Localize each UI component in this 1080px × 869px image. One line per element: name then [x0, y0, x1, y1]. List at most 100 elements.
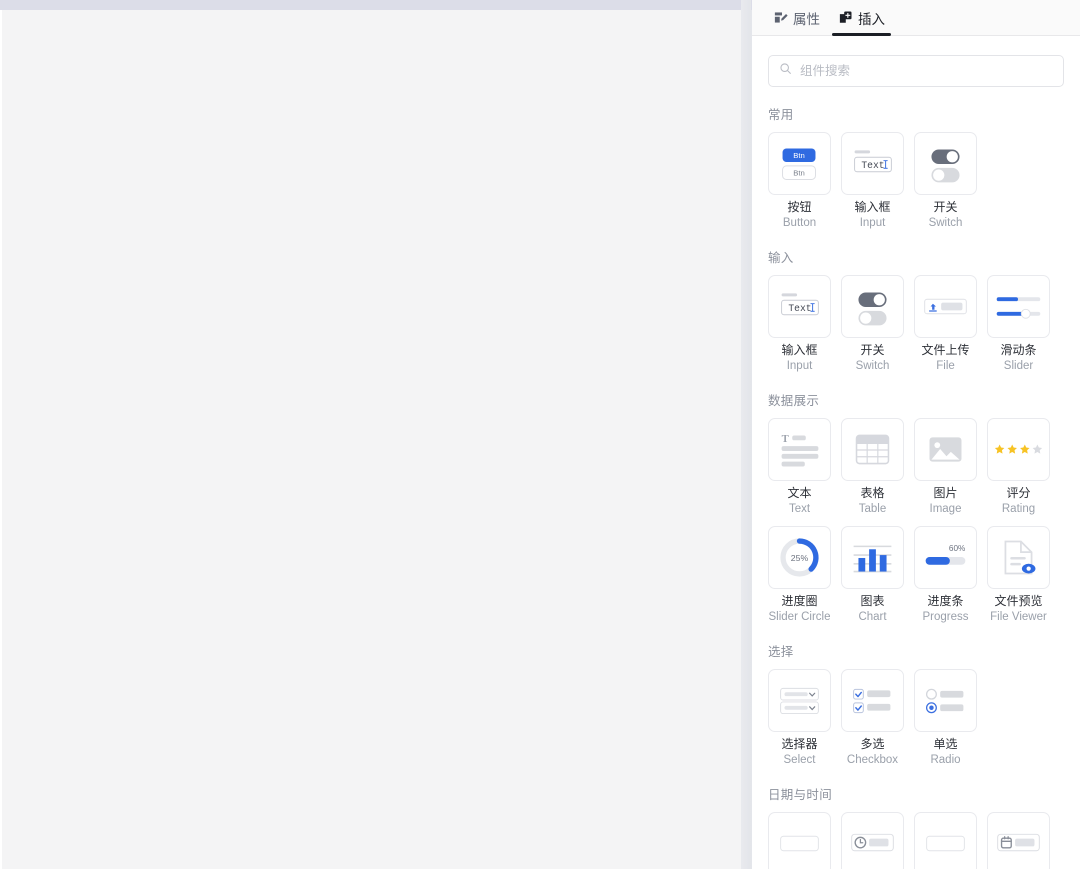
time-thumb[interactable]: [841, 812, 904, 869]
component-time[interactable]: [841, 812, 904, 869]
section-title-selection: 选择: [768, 645, 794, 659]
component-label-cn: 单选: [933, 737, 958, 751]
component-slider[interactable]: 滑动条 Slider: [987, 275, 1050, 373]
component-file-viewer[interactable]: 文件预览 File Viewer: [987, 526, 1050, 624]
component-image[interactable]: 图片 Image: [914, 418, 977, 516]
component-label-cn: 按钮: [787, 200, 812, 214]
component-calendar[interactable]: [987, 812, 1050, 869]
component-label-cn: 滑动条: [1000, 343, 1037, 357]
component-chart[interactable]: 图表 Chart: [841, 526, 904, 624]
component-label-en: Input: [859, 217, 886, 229]
section-title-input: 输入: [768, 251, 794, 265]
component-label-cn: 进度圈: [781, 594, 818, 608]
component-switch[interactable]: 开关 Switch: [914, 132, 977, 230]
component-label-en: Table: [858, 503, 887, 515]
component-label-en: Text: [788, 503, 811, 515]
tab-properties[interactable]: 属性: [767, 0, 826, 36]
component-label-en: File: [936, 360, 955, 372]
svg-text:Btn: Btn: [793, 169, 805, 178]
switch-thumb[interactable]: [914, 132, 977, 195]
chart-thumb[interactable]: [841, 526, 904, 589]
progress-bar-thumb[interactable]: 60%: [914, 526, 977, 589]
component-label-cn: 评分: [1006, 486, 1031, 500]
component-checkbox[interactable]: 多选 Checkbox: [841, 669, 904, 767]
component-button[interactable]: Btn Btn 按钮 Button: [768, 132, 831, 230]
date-thumb[interactable]: [768, 812, 831, 869]
canvas-page[interactable]: [1, 10, 750, 869]
section-grid-selection: 选择器 Select 多选 Checkbox 单选 Radio: [768, 669, 1064, 767]
tab-properties-label: 属性: [793, 11, 820, 27]
component-label-en: Checkbox: [846, 754, 899, 766]
component-rating[interactable]: 评分 Rating: [987, 418, 1050, 516]
component-label-en: Button: [782, 217, 817, 229]
component-input-2[interactable]: Text 输入框 Input: [768, 275, 831, 373]
canvas-right-rail: [741, 0, 751, 869]
component-label-en: Slider Circle: [768, 611, 831, 623]
panel-tabbar: 属性 插入: [752, 0, 1080, 36]
component-label-en: Image: [929, 503, 962, 515]
component-label-en: Slider: [1003, 360, 1034, 372]
component-label-cn: 图表: [860, 594, 885, 608]
canvas-top-strip: [0, 0, 752, 10]
component-label-cn: 多选: [860, 737, 885, 751]
section-title-common: 常用: [768, 108, 794, 122]
component-label-cn: 文件预览: [994, 594, 1043, 608]
progress-bar-value: 60%: [949, 544, 966, 553]
calendar-thumb[interactable]: [987, 812, 1050, 869]
component-file-upload[interactable]: 文件上传 File: [914, 275, 977, 373]
input-thumb[interactable]: Text: [768, 275, 831, 338]
section-data-display: 数据展示 T 文本 Text 表格 Table 图片 Image 评分 Rati…: [768, 390, 1064, 624]
rating-thumb[interactable]: [987, 418, 1050, 481]
component-label-en: Switch: [928, 217, 963, 229]
table-thumb[interactable]: [841, 418, 904, 481]
section-grid-common: Btn Btn 按钮 Button Text 输入框 Input 开关 Swit…: [768, 132, 1064, 230]
panel-body: 常用 Btn Btn 按钮 Button: [752, 36, 1080, 869]
text-thumb[interactable]: T: [768, 418, 831, 481]
component-label-en: Input: [786, 360, 813, 372]
component-label-cn: 表格: [860, 486, 885, 500]
component-daterange[interactable]: [914, 812, 977, 869]
canvas-area[interactable]: [0, 0, 752, 869]
component-text[interactable]: T 文本 Text: [768, 418, 831, 516]
search-input[interactable]: [800, 64, 1053, 78]
component-table[interactable]: 表格 Table: [841, 418, 904, 516]
component-date[interactable]: [768, 812, 831, 869]
file-viewer-thumb[interactable]: [987, 526, 1050, 589]
tab-insert-label: 插入: [858, 11, 885, 27]
component-label-cn: 文件上传: [921, 343, 970, 357]
component-input[interactable]: Text 输入框 Input: [841, 132, 904, 230]
button-thumb[interactable]: Btn Btn: [768, 132, 831, 195]
daterange-thumb[interactable]: [914, 812, 977, 869]
image-thumb[interactable]: [914, 418, 977, 481]
component-progress-bar[interactable]: 60% 进度条 Progress: [914, 526, 977, 624]
component-search-box[interactable]: [768, 55, 1064, 87]
progress-circle-thumb[interactable]: 25%: [768, 526, 831, 589]
component-progress-circle[interactable]: 25% 进度圈 Slider Circle: [768, 526, 831, 624]
component-radio[interactable]: 单选 Radio: [914, 669, 977, 767]
section-selection: 选择 选择器 Select 多选 Checkbox 单选 Radio: [768, 641, 1064, 767]
section-title-data-display: 数据展示: [768, 394, 820, 408]
component-label-cn: 开关: [933, 200, 958, 214]
svg-text:Text: Text: [861, 160, 884, 171]
search-icon: [779, 62, 792, 80]
component-select[interactable]: 选择器 Select: [768, 669, 831, 767]
svg-text:Btn: Btn: [793, 151, 805, 160]
input-thumb[interactable]: Text: [841, 132, 904, 195]
radio-thumb[interactable]: [914, 669, 977, 732]
tab-insert[interactable]: 插入: [832, 0, 891, 36]
component-label-en: Switch: [855, 360, 890, 372]
select-thumb[interactable]: [768, 669, 831, 732]
component-label-en: Chart: [858, 611, 887, 623]
checkbox-thumb[interactable]: [841, 669, 904, 732]
section-grid-input: Text 输入框 Input 开关 Switch 文件上传 File 滑动条 S…: [768, 275, 1064, 373]
component-switch-2[interactable]: 开关 Switch: [841, 275, 904, 373]
switch-thumb[interactable]: [841, 275, 904, 338]
component-label-cn: 输入框: [854, 200, 891, 214]
svg-text:T: T: [782, 434, 789, 445]
file-upload-thumb[interactable]: [914, 275, 977, 338]
slider-thumb[interactable]: [987, 275, 1050, 338]
section-grid-data-display: T 文本 Text 表格 Table 图片 Image 评分 Rating 25…: [768, 418, 1064, 624]
component-label-en: Rating: [1001, 503, 1036, 515]
component-label-cn: 图片: [933, 486, 958, 500]
component-label-cn: 输入框: [781, 343, 818, 357]
